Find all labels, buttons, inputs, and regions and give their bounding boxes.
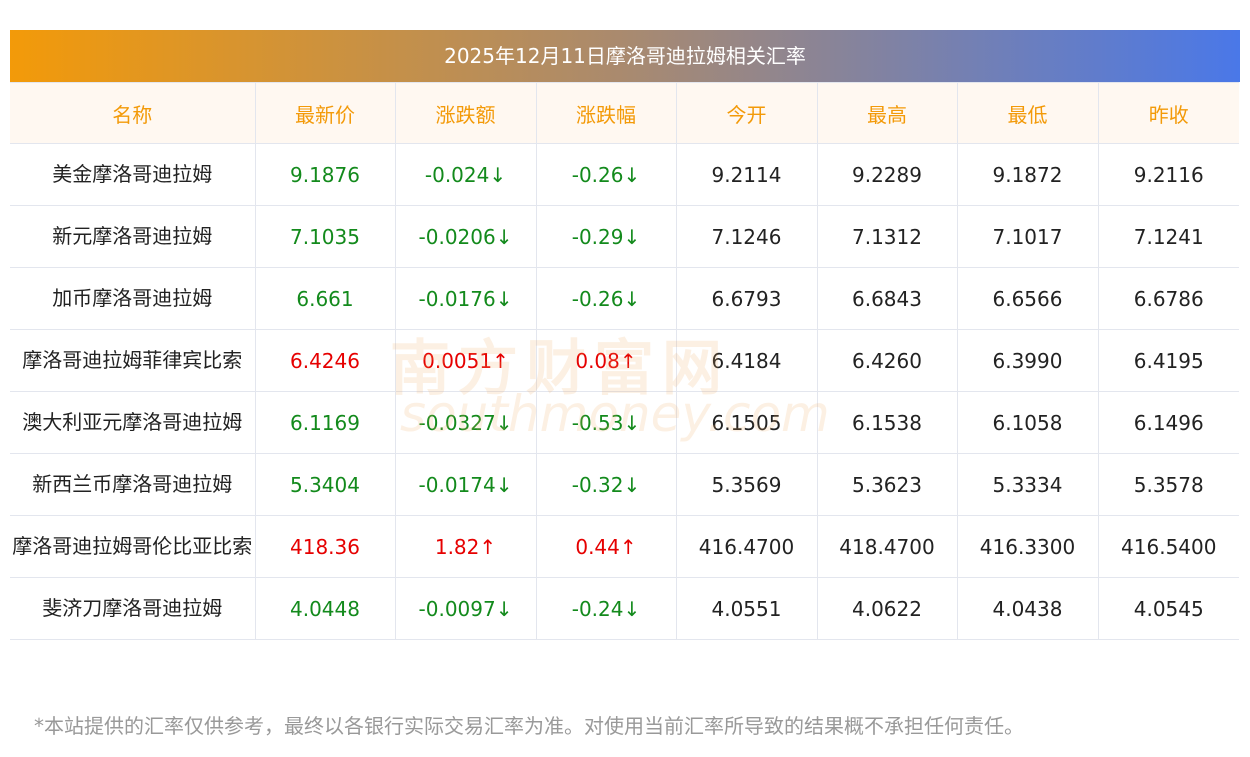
column-header: 涨跌额: [394, 82, 537, 144]
column-header: 最新价: [254, 82, 396, 144]
cell-name[interactable]: 斐济刀摩洛哥迪拉姆: [10, 577, 256, 640]
cell-change: -0.0097↓: [394, 577, 537, 640]
cell-pct: -0.26↓: [535, 143, 677, 206]
cell-high: 6.4260: [816, 329, 958, 392]
column-header: 最高: [816, 82, 958, 144]
cell-change: -0.0174↓: [394, 453, 537, 516]
cell-pct: -0.32↓: [535, 453, 677, 516]
cell-change: 1.82↑: [394, 515, 537, 578]
cell-latest: 418.36: [254, 515, 396, 578]
cell-pct: -0.26↓: [535, 267, 677, 330]
cell-name[interactable]: 摩洛哥迪拉姆菲律宾比索: [10, 329, 256, 392]
column-header: 涨跌幅: [535, 82, 677, 144]
cell-pct: -0.29↓: [535, 205, 677, 268]
cell-open: 6.1505: [675, 391, 818, 454]
table-row: 加币摩洛哥迪拉姆 6.661 -0.0176↓ -0.26↓ 6.6793 6.6843 6…: [10, 267, 1239, 330]
exchange-rate-table: 名称 最新价 涨跌额 涨跌幅 今开 最高 最低 昨收 美金摩洛哥迪拉姆 9.1876 -0.024…: [10, 82, 1239, 640]
cell-low: 7.1017: [956, 205, 1099, 268]
cell-latest: 6.1169: [254, 391, 396, 454]
cell-prev: 7.1241: [1097, 205, 1239, 268]
header-row: 名称 最新价 涨跌额 涨跌幅 今开 最高 最低 昨收: [10, 82, 1239, 144]
cell-latest: 9.1876: [254, 143, 396, 206]
cell-open: 6.6793: [675, 267, 818, 330]
cell-change: -0.0327↓: [394, 391, 537, 454]
cell-high: 6.6843: [816, 267, 958, 330]
cell-low: 6.6566: [956, 267, 1099, 330]
cell-latest: 4.0448: [254, 577, 396, 640]
cell-open: 6.4184: [675, 329, 818, 392]
table-row: 新西兰币摩洛哥迪拉姆 5.3404 -0.0174↓ -0.32↓ 5.3569 5.36…: [10, 453, 1239, 516]
cell-high: 4.0622: [816, 577, 958, 640]
table-row: 摩洛哥迪拉姆哥伦比亚比索 418.36 1.82↑ 0.44↑ 416.4700 418.…: [10, 515, 1239, 578]
cell-change: -0.0206↓: [394, 205, 537, 268]
cell-change: -0.0176↓: [394, 267, 537, 330]
cell-high: 9.2289: [816, 143, 958, 206]
cell-low: 6.1058: [956, 391, 1099, 454]
cell-prev: 9.2116: [1097, 143, 1239, 206]
cell-prev: 6.1496: [1097, 391, 1239, 454]
table-row: 斐济刀摩洛哥迪拉姆 4.0448 -0.0097↓ -0.24↓ 4.0551 4.062…: [10, 577, 1239, 640]
column-header: 最低: [956, 82, 1099, 144]
cell-pct: 0.08↑: [535, 329, 677, 392]
cell-low: 416.3300: [956, 515, 1099, 578]
column-header: 今开: [675, 82, 818, 144]
cell-pct: -0.53↓: [535, 391, 677, 454]
cell-high: 7.1312: [816, 205, 958, 268]
cell-low: 4.0438: [956, 577, 1099, 640]
cell-high: 418.4700: [816, 515, 958, 578]
cell-open: 9.2114: [675, 143, 818, 206]
cell-prev: 4.0545: [1097, 577, 1239, 640]
table-row: 澳大利亚元摩洛哥迪拉姆 6.1169 -0.0327↓ -0.53↓ 6.1505 6.1…: [10, 391, 1239, 454]
table-title: 2025年12月11日摩洛哥迪拉姆相关汇率: [10, 30, 1240, 82]
cell-name[interactable]: 美金摩洛哥迪拉姆: [10, 143, 256, 206]
cell-open: 416.4700: [675, 515, 818, 578]
cell-latest: 6.661: [254, 267, 396, 330]
cell-low: 5.3334: [956, 453, 1099, 516]
disclaimer: *本站提供的汇率仅供参考，最终以各银行实际交易汇率为准。对使用当前汇率所导致的结…: [34, 714, 1024, 738]
cell-name[interactable]: 加币摩洛哥迪拉姆: [10, 267, 256, 330]
cell-open: 4.0551: [675, 577, 818, 640]
cell-prev: 5.3578: [1097, 453, 1239, 516]
cell-change: -0.024↓: [394, 143, 537, 206]
cell-prev: 6.4195: [1097, 329, 1239, 392]
cell-name[interactable]: 新西兰币摩洛哥迪拉姆: [10, 453, 256, 516]
cell-high: 5.3623: [816, 453, 958, 516]
cell-name[interactable]: 摩洛哥迪拉姆哥伦比亚比索: [10, 515, 256, 578]
cell-latest: 7.1035: [254, 205, 396, 268]
cell-low: 9.1872: [956, 143, 1099, 206]
column-header: 名称: [10, 82, 256, 144]
column-header: 昨收: [1097, 82, 1239, 144]
cell-latest: 5.3404: [254, 453, 396, 516]
cell-prev: 6.6786: [1097, 267, 1239, 330]
cell-name[interactable]: 澳大利亚元摩洛哥迪拉姆: [10, 391, 256, 454]
table-row: 摩洛哥迪拉姆菲律宾比索 6.4246 0.0051↑ 0.08↑ 6.4184 6.426…: [10, 329, 1239, 392]
cell-pct: -0.24↓: [535, 577, 677, 640]
cell-open: 7.1246: [675, 205, 818, 268]
cell-name[interactable]: 新元摩洛哥迪拉姆: [10, 205, 256, 268]
cell-prev: 416.5400: [1097, 515, 1239, 578]
cell-pct: 0.44↑: [535, 515, 677, 578]
table-row: 美金摩洛哥迪拉姆 9.1876 -0.024↓ -0.26↓ 9.2114 9.2289 9…: [10, 143, 1239, 206]
table-row: 新元摩洛哥迪拉姆 7.1035 -0.0206↓ -0.29↓ 7.1246 7.1312…: [10, 205, 1239, 268]
cell-change: 0.0051↑: [394, 329, 537, 392]
cell-latest: 6.4246: [254, 329, 396, 392]
cell-low: 6.3990: [956, 329, 1099, 392]
cell-high: 6.1538: [816, 391, 958, 454]
cell-open: 5.3569: [675, 453, 818, 516]
